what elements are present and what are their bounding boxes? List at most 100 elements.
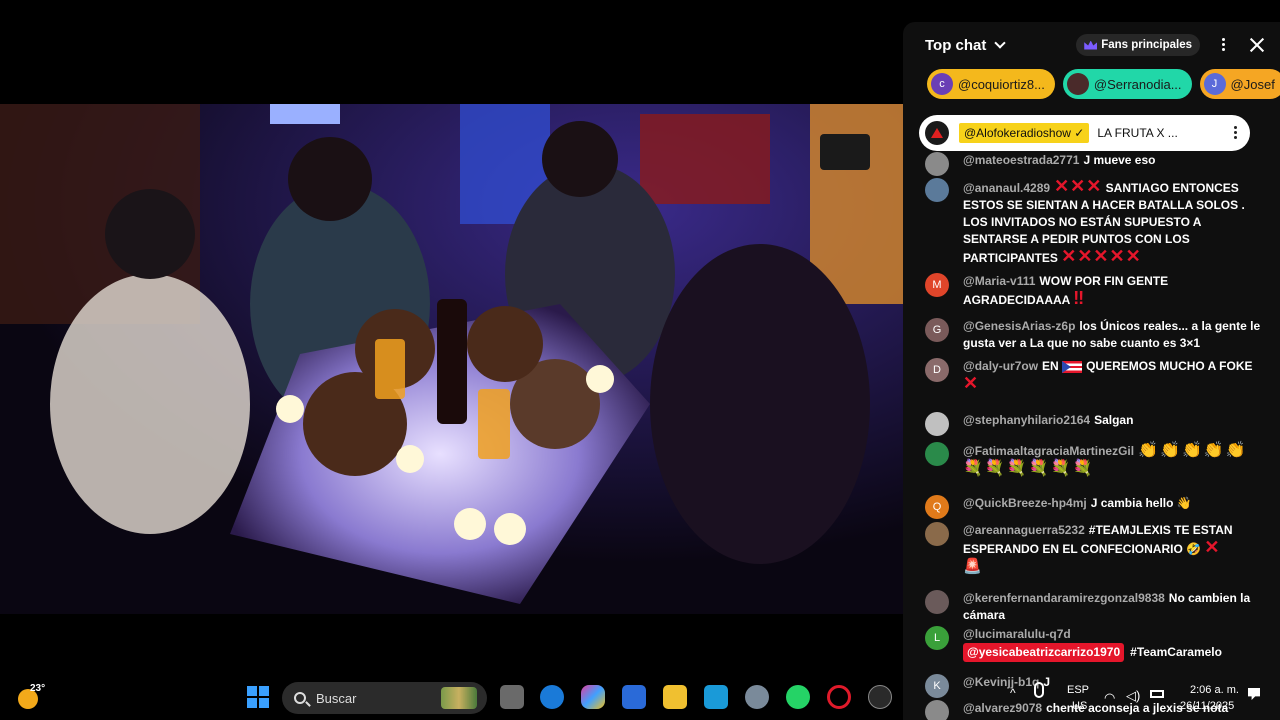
chat-message: @ananaul.4289 ✕✕✕ SANTIAGO ENTONCES ESTOS… bbox=[925, 176, 1265, 267]
message-author[interactable]: @stephanyhilario2164 bbox=[963, 413, 1090, 427]
message-author[interactable]: @kerenfernandaramirezgonzal9838 bbox=[963, 591, 1165, 605]
message-author[interactable]: @Maria-v111 bbox=[963, 274, 1035, 288]
fans-label: Fans principales bbox=[1101, 39, 1192, 51]
language-bottom[interactable]: US bbox=[1072, 700, 1087, 712]
chat-header: Top chat Fans principales bbox=[903, 22, 1280, 68]
message-text: J cambia hello 👋 bbox=[1090, 496, 1192, 510]
ticker-label: @Josef bbox=[1230, 76, 1275, 92]
search-icon bbox=[294, 692, 306, 704]
ticker-label: @coquiortiz8... bbox=[958, 76, 1045, 92]
weather-temp: 23° bbox=[30, 683, 46, 694]
message-author[interactable]: @mateoestrada2771 bbox=[963, 153, 1079, 167]
chat-mode-selector[interactable]: Top chat bbox=[925, 36, 1007, 54]
message-text: EN bbox=[1042, 359, 1059, 373]
avatar: J bbox=[1203, 73, 1226, 95]
chevron-up-icon[interactable]: ^ bbox=[1010, 686, 1016, 700]
message-author[interactable]: @FatimaaltagraciaMartinezGil bbox=[963, 444, 1134, 458]
avatar[interactable]: M bbox=[925, 273, 949, 297]
battery-icon[interactable] bbox=[1150, 690, 1164, 698]
search-highlight-icon bbox=[441, 687, 477, 709]
chat-message: D @daly-ur7ow EN QUEREMOS MUCHO A FOKE ✕ bbox=[925, 358, 1265, 394]
message-text-2: QUEREMOS MUCHO A FOKE bbox=[1086, 359, 1253, 373]
windows-start-icon[interactable] bbox=[247, 686, 269, 708]
avatar[interactable] bbox=[925, 412, 949, 436]
message-author[interactable]: @areannaguerra5232 bbox=[963, 523, 1085, 537]
task-view-icon[interactable] bbox=[500, 685, 524, 709]
message-author[interactable]: @daly-ur7ow bbox=[963, 359, 1038, 373]
opera-icon[interactable] bbox=[827, 685, 851, 709]
weather-widget[interactable]: 23° bbox=[18, 683, 46, 709]
clock-time[interactable]: 2:06 a. m. bbox=[1190, 684, 1239, 696]
chat-message: M @Maria-v111 WOW POR FIN GENTE AGRADECID… bbox=[925, 273, 1265, 309]
red-x-icon: ✕ bbox=[963, 373, 980, 393]
ticker-item[interactable]: J @Josef bbox=[1199, 69, 1280, 99]
mention-chip[interactable]: @yesicabeatrizcarrizo1970 bbox=[963, 643, 1125, 662]
ticker-bar: c @coquiortiz8... @Serranodia... J @Jose… bbox=[927, 69, 1280, 99]
chat-message: @FatimaaltagraciaMartinezGil 👏👏👏👏👏💐💐💐💐💐💐 bbox=[925, 442, 1265, 478]
chat-message: G @GenesisArias-z6p los Únicos reales... … bbox=[925, 318, 1265, 352]
avatar[interactable]: D bbox=[925, 358, 949, 382]
double-exclamation-icon: ‼ bbox=[1073, 288, 1086, 308]
chat-message: L @lucimaralulu-q7d @yesicabeatrizcarrizo… bbox=[925, 626, 1265, 662]
clock-date[interactable]: 26/11/2025 bbox=[1180, 700, 1234, 712]
pinned-author: @Alofokeradioshow bbox=[964, 126, 1071, 140]
avatar[interactable] bbox=[925, 590, 949, 614]
message-author[interactable]: @lucimaralulu-q7d bbox=[963, 627, 1071, 641]
avatar bbox=[1066, 73, 1089, 95]
avatar[interactable]: K bbox=[925, 674, 949, 698]
video-player[interactable] bbox=[0, 104, 903, 614]
microphone-icon[interactable] bbox=[1034, 682, 1044, 698]
file-explorer-icon[interactable] bbox=[663, 685, 687, 709]
avatar: c bbox=[931, 73, 953, 95]
chat-message: @stephanyhilario2164 Salgan bbox=[925, 412, 1265, 436]
message-author[interactable]: @QuickBreeze-hp4mj bbox=[963, 496, 1087, 510]
app-icon[interactable] bbox=[704, 685, 728, 709]
avatar bbox=[925, 121, 949, 145]
fans-principales-button[interactable]: Fans principales bbox=[1076, 34, 1200, 56]
wifi-icon[interactable]: ◠ bbox=[1104, 690, 1115, 706]
message-text: J mueve eso bbox=[1083, 153, 1156, 167]
message-author[interactable]: @GenesisArias-z6p bbox=[963, 319, 1075, 333]
alofoke-logo-icon bbox=[931, 128, 943, 138]
chat-message: @mateoestrada2771 J mueve eso bbox=[925, 152, 1265, 176]
microsoft-store-icon[interactable] bbox=[622, 685, 646, 709]
red-x-icon: ✕✕✕ bbox=[1054, 176, 1103, 196]
chat-title: Top chat bbox=[925, 36, 987, 54]
avatar[interactable] bbox=[925, 522, 949, 546]
obs-icon[interactable] bbox=[868, 685, 892, 709]
ticker-label: @Serranodia... bbox=[1093, 76, 1182, 92]
avatar[interactable] bbox=[925, 152, 949, 176]
avatar[interactable] bbox=[925, 178, 949, 202]
chat-message: @kerenfernandaramirezgonzal9838 No cambie… bbox=[925, 590, 1265, 624]
live-chat-panel: Top chat Fans principales c @coquiortiz8… bbox=[903, 22, 1280, 720]
language-top[interactable]: ESP bbox=[1067, 684, 1089, 696]
whatsapp-icon[interactable] bbox=[786, 685, 810, 709]
taskbar-search[interactable]: Buscar bbox=[282, 682, 487, 714]
pinned-message[interactable]: @Alofokeradioshow ✓ LA FRUTA X ... bbox=[919, 115, 1250, 151]
more-options-icon[interactable] bbox=[1230, 124, 1240, 142]
avatar[interactable] bbox=[925, 700, 949, 720]
avatar[interactable] bbox=[925, 442, 949, 466]
puerto-rico-flag-icon bbox=[1062, 360, 1083, 373]
red-x-icon: ✕ bbox=[1204, 537, 1221, 557]
edge-browser-icon[interactable] bbox=[540, 685, 564, 709]
chevron-down-icon bbox=[994, 37, 1007, 49]
pinned-author-chip: @Alofokeradioshow ✓ bbox=[959, 123, 1090, 143]
settings-gear-icon[interactable] bbox=[745, 685, 769, 709]
avatar[interactable]: G bbox=[925, 318, 949, 342]
windows-taskbar: 23° Buscar bbox=[0, 676, 903, 720]
avatar[interactable]: L bbox=[925, 626, 949, 650]
search-placeholder: Buscar bbox=[316, 690, 357, 706]
ticker-item[interactable]: c @coquiortiz8... bbox=[927, 69, 1055, 99]
notification-icon[interactable] bbox=[1248, 688, 1260, 700]
siren-icon: 🚨 bbox=[963, 558, 982, 575]
volume-icon[interactable]: ◁) bbox=[1126, 688, 1140, 704]
close-icon[interactable] bbox=[1248, 36, 1266, 54]
more-options-icon[interactable] bbox=[1214, 36, 1232, 54]
avatar[interactable]: Q bbox=[925, 495, 949, 519]
video-frame bbox=[0, 104, 903, 614]
ticker-item[interactable]: @Serranodia... bbox=[1062, 69, 1192, 99]
message-author[interactable]: @ananaul.4289 bbox=[963, 181, 1050, 195]
message-text: Salgan bbox=[1094, 413, 1134, 427]
copilot-icon[interactable] bbox=[581, 685, 605, 709]
